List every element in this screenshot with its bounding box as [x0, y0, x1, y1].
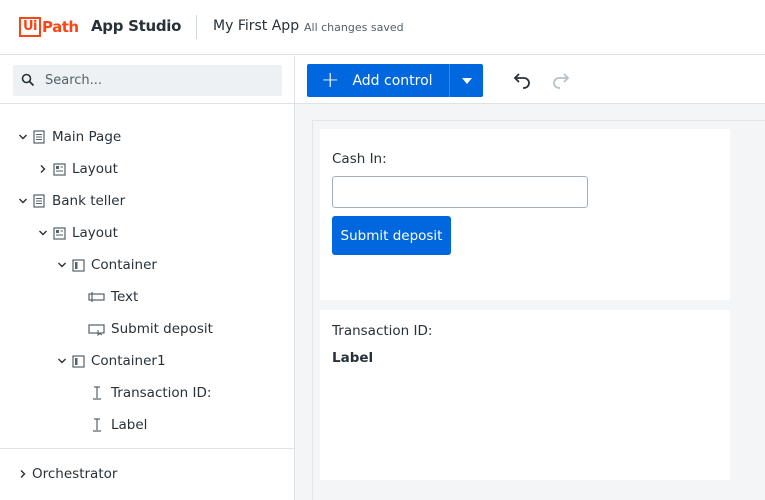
chevron-down-icon[interactable] [56, 355, 68, 367]
tree-item-text[interactable]: Text [88, 286, 138, 308]
tree-item-label: Main Page [52, 129, 122, 145]
text-cursor-icon [88, 386, 105, 400]
tree-item-transaction-id[interactable]: Transaction ID: [88, 382, 211, 404]
container-icon [71, 258, 85, 272]
redo-icon[interactable] [551, 71, 573, 91]
tree-item-submit-deposit[interactable]: Submit deposit [88, 318, 213, 340]
sidebar: Main Page Layout Bank teller Layout Cont… [0, 56, 295, 500]
submit-deposit-button[interactable]: Submit deposit [332, 216, 451, 255]
chevron-down-icon[interactable] [17, 131, 29, 143]
caret-down-icon [461, 77, 472, 84]
tree-item-layout[interactable]: Layout [37, 158, 118, 180]
page-icon [32, 130, 46, 144]
search-input[interactable] [45, 65, 275, 96]
tree-item-label: Container1 [91, 353, 166, 369]
page-icon [32, 194, 46, 208]
value-label: Label [332, 350, 374, 366]
plus-icon: + [321, 67, 340, 93]
add-control-button[interactable]: + Add control [307, 64, 449, 97]
tree-item-label: Layout [72, 225, 118, 241]
layout-icon [52, 226, 66, 240]
add-control-dropdown[interactable] [449, 64, 483, 97]
tree-item-label: Bank teller [52, 193, 126, 209]
orchestrator-section[interactable]: Orchestrator [17, 463, 117, 485]
app-name[interactable]: My First App [213, 18, 299, 34]
layout-icon [52, 162, 66, 176]
tree-item-label: Layout [72, 161, 118, 177]
chevron-right-icon[interactable] [37, 163, 49, 175]
tree-item-container[interactable]: Container [56, 254, 157, 276]
search-icon [21, 72, 35, 91]
cash-in-label: Cash In: [332, 151, 387, 167]
orchestrator-label: Orchestrator [32, 466, 118, 482]
tree-item-bank-teller[interactable]: Bank teller [17, 190, 125, 212]
add-control-label: Add control [352, 72, 433, 89]
tree-item-label: Submit deposit [111, 321, 213, 337]
chevron-down-icon[interactable] [37, 227, 49, 239]
chevron-down-icon[interactable] [56, 259, 68, 271]
undo-icon[interactable] [510, 71, 532, 91]
tree-item-label: Text [111, 289, 139, 305]
tree-item-layout[interactable]: Layout [37, 222, 118, 244]
button-icon [88, 322, 105, 336]
logo-path-text: Path [42, 18, 79, 36]
tree-item-container1[interactable]: Container1 [56, 350, 166, 372]
search-box[interactable] [13, 65, 282, 96]
text-cursor-icon [88, 418, 105, 432]
tree-item-label: Transaction ID: [111, 385, 212, 401]
cash-in-input[interactable] [332, 176, 588, 208]
textbox-icon [88, 290, 105, 304]
chevron-right-icon[interactable] [17, 468, 29, 480]
tree-item-label: Container [91, 257, 157, 273]
app-header: Ui Path App Studio My First App All chan… [0, 0, 765, 55]
product-name: App Studio [91, 17, 182, 35]
save-status: All changes saved [304, 21, 404, 34]
sidebar-divider [0, 103, 295, 104]
logo-ui-mark: Ui [19, 17, 42, 37]
container-icon [71, 354, 85, 368]
uipath-logo[interactable]: Ui Path [19, 15, 79, 39]
header-divider [196, 15, 197, 39]
tree-item-label-control[interactable]: Label [88, 414, 147, 436]
tree-item-main-page[interactable]: Main Page [17, 126, 121, 148]
add-control-split-button: + Add control [307, 64, 483, 97]
transaction-id-label: Transaction ID: [332, 323, 433, 339]
sidebar-divider [0, 448, 295, 449]
chevron-down-icon[interactable] [17, 195, 29, 207]
tree-item-label: Label [111, 417, 148, 433]
